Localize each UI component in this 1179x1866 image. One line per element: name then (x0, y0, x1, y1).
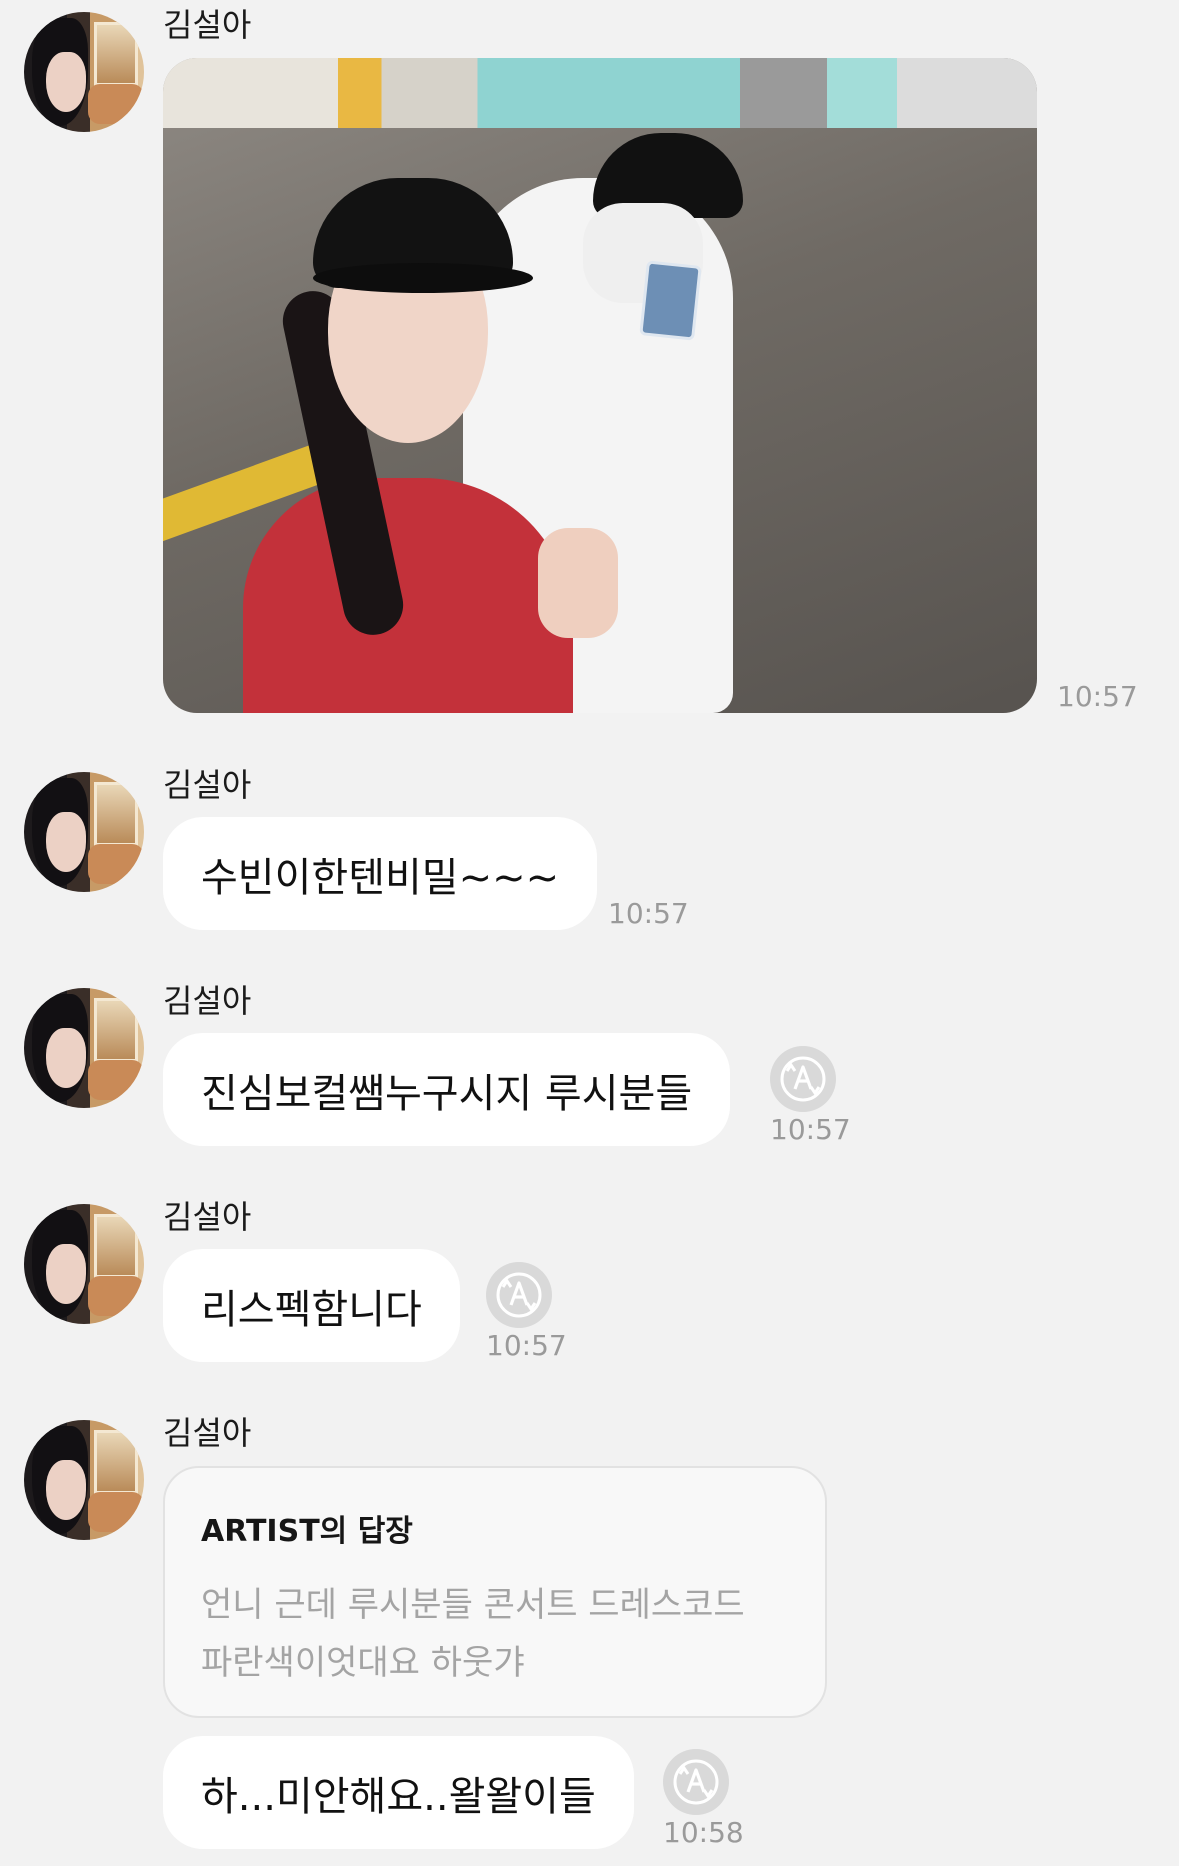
message-time: 10:57 (770, 1113, 851, 1146)
reply-title: ARTIST의 답장 (201, 1514, 413, 1549)
message-time: 10:57 (486, 1329, 567, 1362)
sender-name: 김설아 (163, 6, 252, 44)
sender-name: 김설아 (163, 982, 252, 1020)
message-bubble[interactable]: 진심보컬쌤누구시지 루시분들 (163, 1033, 731, 1146)
sender-name: 김설아 (163, 1198, 252, 1236)
message-time: 10:57 (1057, 680, 1138, 713)
reply-quote-card[interactable]: ARTIST의 답장 언니 근데 루시분들 콘서트 드레스코드 파란색이엇대요 … (163, 1466, 827, 1718)
translate-icon (496, 1272, 542, 1318)
message-time: 10:57 (608, 897, 689, 930)
translate-button[interactable] (486, 1262, 552, 1328)
avatar[interactable] (24, 772, 144, 892)
message-bubble[interactable]: 수빈이한텐비밀~~~ (163, 817, 598, 930)
avatar[interactable] (24, 12, 144, 132)
translate-button[interactable] (770, 1046, 836, 1112)
sender-name: 김설아 (163, 1414, 252, 1452)
message-bubble[interactable]: 리스펙함니다 (163, 1249, 460, 1362)
reply-body: 언니 근데 루시분들 콘서트 드레스코드 파란색이엇대요 하웃갸 (201, 1585, 745, 1683)
translate-icon (780, 1056, 826, 1102)
avatar[interactable] (24, 1204, 144, 1324)
avatar[interactable] (24, 1420, 144, 1540)
photo-message[interactable] (163, 58, 1037, 713)
message-time: 10:58 (663, 1816, 744, 1849)
avatar[interactable] (24, 988, 144, 1108)
sender-name: 김설아 (163, 766, 252, 804)
translate-icon (673, 1759, 719, 1805)
chat-thread: 김설아 10:57 김설아 수빈이한텐비밀~~~ 10:57 김설아 진심보컬쌤… (0, 0, 1179, 1866)
translate-button[interactable] (663, 1749, 729, 1815)
message-bubble[interactable]: 하...미안해요..왈왈이들 (163, 1736, 634, 1849)
